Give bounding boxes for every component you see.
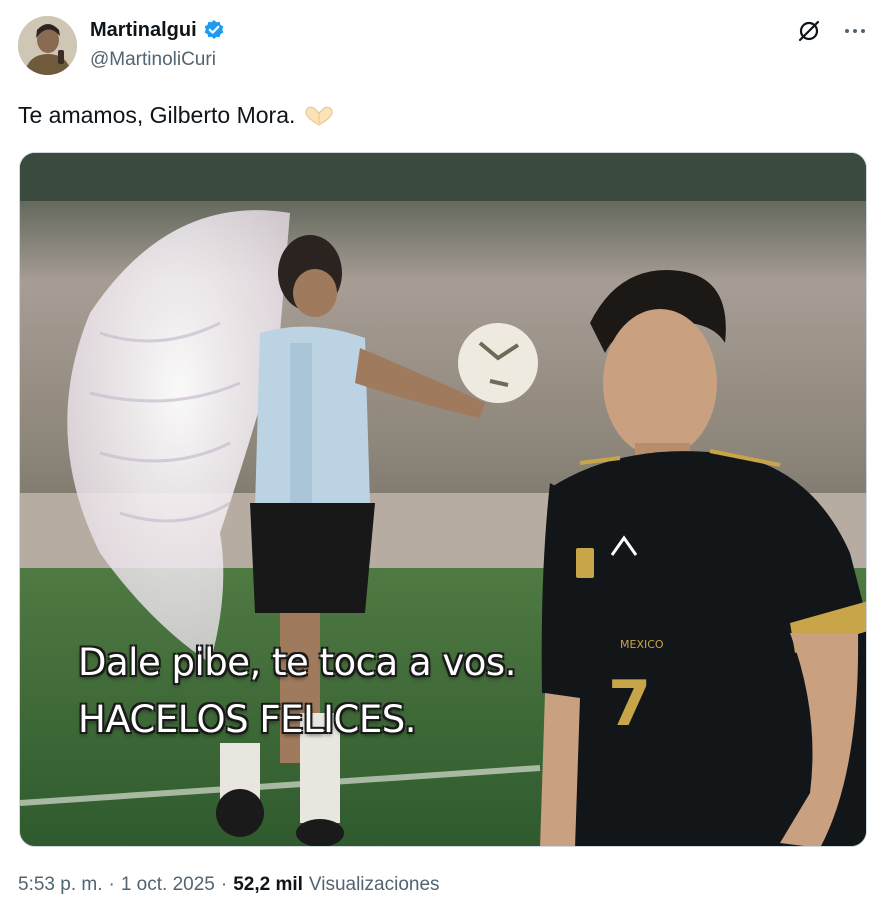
author-display-name[interactable]: Martinalgui: [90, 17, 197, 43]
views-count[interactable]: 52,2 mil: [233, 874, 303, 896]
media-caption-line-1: Dale pibe, te toca a vos.: [78, 641, 516, 684]
tweet-date[interactable]: 1 oct. 2025: [121, 874, 215, 896]
grok-icon[interactable]: [796, 18, 822, 44]
svg-text:7: 7: [608, 667, 651, 740]
meta-separator: ·: [108, 874, 115, 895]
verified-badge-icon: [203, 19, 225, 41]
media-illustration: MEXICO 7: [20, 153, 866, 846]
more-horizontal-icon[interactable]: [842, 18, 868, 44]
tweet-meta: 5:53 p. m. · 1 oct. 2025 · 52,2 mil Visu…: [18, 874, 440, 896]
tweet-time[interactable]: 5:53 p. m.: [18, 874, 103, 896]
author-handle[interactable]: @MartinoliCuri: [90, 48, 216, 72]
svg-text:MEXICO: MEXICO: [620, 638, 664, 651]
author-name-row[interactable]: Martinalgui: [90, 17, 225, 43]
avatar-photo: [18, 16, 77, 75]
views-label[interactable]: Visualizaciones: [309, 874, 440, 896]
tweet-text-body: Te amamos, Gilberto Mora.: [18, 102, 296, 128]
author-avatar[interactable]: [18, 16, 77, 75]
tweet-media-image[interactable]: MEXICO 7 Dale pibe, te toca a vos. HACEL…: [19, 152, 867, 847]
tweet-text: Te amamos, Gilberto Mora.: [18, 100, 335, 130]
tweet-top-actions: [796, 18, 868, 44]
meta-separator: ·: [220, 874, 228, 895]
heart-hands-emoji-icon: [303, 104, 335, 126]
media-caption-line-2: HACELOS FELICES.: [78, 698, 417, 741]
